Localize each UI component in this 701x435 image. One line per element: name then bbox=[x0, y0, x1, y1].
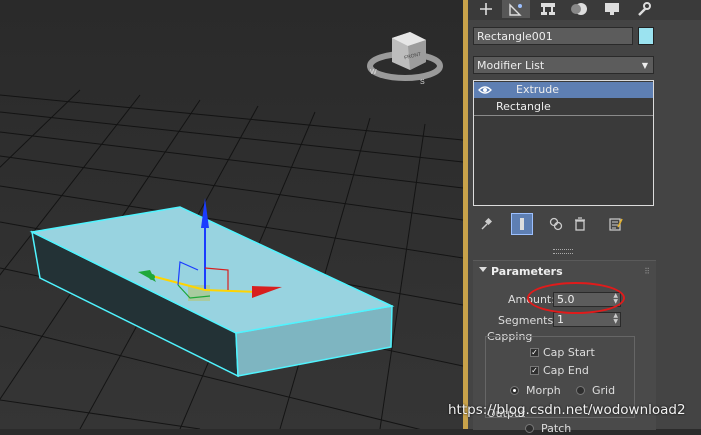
svg-text:S: S bbox=[420, 79, 425, 86]
annotation-red-ellipse bbox=[527, 282, 625, 314]
pin-stack-button[interactable] bbox=[475, 213, 497, 235]
configure-icon bbox=[609, 218, 623, 231]
create-tab[interactable] bbox=[472, 0, 500, 18]
eye-icon[interactable] bbox=[478, 82, 492, 98]
pin-icon bbox=[481, 218, 492, 230]
rollout-drag-handle-icon[interactable]: ⠿ bbox=[644, 267, 650, 276]
display-icon bbox=[605, 3, 619, 15]
parameters-title[interactable]: Parameters bbox=[491, 265, 563, 278]
rollout-grip[interactable] bbox=[553, 249, 573, 254]
stack-item-label: Extrude bbox=[516, 83, 560, 96]
grid-radio[interactable] bbox=[576, 386, 585, 395]
cap-start-checkbox[interactable]: ✓ bbox=[530, 348, 539, 357]
morph-radio[interactable] bbox=[510, 386, 519, 395]
create-icon bbox=[480, 3, 492, 15]
stack-item-extrude[interactable]: Extrude bbox=[474, 82, 653, 98]
svg-text:W: W bbox=[370, 69, 377, 76]
stack-toolbar bbox=[473, 213, 654, 237]
chevron-down-icon: ▼ bbox=[641, 61, 648, 70]
remove-modifier-button[interactable] bbox=[569, 213, 591, 235]
cap-start-label[interactable]: Cap Start bbox=[543, 346, 595, 359]
trash-icon bbox=[575, 217, 585, 231]
modifier-stack: Extrude Rectangle bbox=[473, 80, 654, 206]
display-tab[interactable] bbox=[598, 0, 626, 18]
show-end-result-button[interactable] bbox=[511, 213, 533, 235]
object-color-swatch[interactable] bbox=[638, 27, 654, 45]
object-name-field[interactable]: Rectangle001 bbox=[473, 27, 633, 45]
watermark: https://blog.csdn.net/wodownload2 bbox=[448, 402, 686, 418]
viewport-scene: FRONT W S bbox=[0, 0, 463, 429]
utilities-tab[interactable] bbox=[630, 0, 658, 18]
modifier-list-label: Modifier List bbox=[477, 59, 545, 72]
cap-end-checkbox[interactable]: ✓ bbox=[530, 366, 539, 375]
spinner-arrows-icon[interactable]: ▲ ▼ bbox=[613, 313, 618, 325]
modify-tab[interactable] bbox=[502, 0, 530, 18]
command-panel: Rectangle001 Modifier List ▼ Extrude Rec… bbox=[468, 0, 701, 435]
motion-tab[interactable] bbox=[566, 0, 594, 18]
modify-icon bbox=[509, 3, 522, 16]
motion-icon bbox=[571, 3, 587, 15]
cap-end-label[interactable]: Cap End bbox=[543, 364, 589, 377]
stack-item-label: Rectangle bbox=[496, 100, 551, 113]
hierarchy-tab[interactable] bbox=[534, 0, 562, 18]
viewport-perspective[interactable]: FRONT W S bbox=[0, 0, 463, 429]
collapse-triangle-icon[interactable] bbox=[479, 267, 487, 272]
segments-value: 1 bbox=[557, 313, 564, 326]
hierarchy-icon bbox=[541, 3, 555, 15]
make-unique-icon bbox=[549, 217, 563, 231]
make-unique-button[interactable] bbox=[545, 213, 567, 235]
command-panel-tabs bbox=[468, 0, 701, 20]
segments-spinner[interactable]: 1 ▲ ▼ bbox=[553, 312, 621, 327]
wrench-icon bbox=[638, 2, 651, 16]
stack-item-rectangle[interactable]: Rectangle bbox=[474, 99, 653, 116]
morph-label[interactable]: Morph bbox=[526, 384, 561, 397]
segments-label: Segments: bbox=[498, 314, 557, 327]
grid-label[interactable]: Grid bbox=[592, 384, 615, 397]
modifier-list-dropdown[interactable]: Modifier List ▼ bbox=[473, 56, 654, 74]
end-result-icon bbox=[520, 218, 524, 230]
configure-modifier-sets-button[interactable] bbox=[605, 213, 627, 235]
